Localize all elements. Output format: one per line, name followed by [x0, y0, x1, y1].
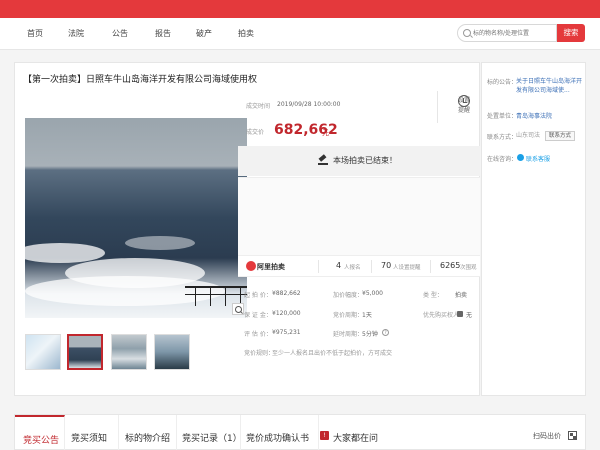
estimate-price: ¥975,231	[272, 329, 301, 336]
status-panel	[238, 177, 480, 255]
deal-price-label: 成交价	[246, 129, 265, 136]
priority-buyer: 无	[466, 312, 473, 319]
tab-auction-notice[interactable]: 竞买公告	[15, 415, 65, 450]
nav-court[interactable]: 法院	[68, 28, 84, 39]
scan-bid[interactable]: 扫码出价	[533, 431, 561, 441]
online-consult-link[interactable]: 联系客服	[526, 154, 550, 163]
zoom-icon[interactable]	[232, 303, 244, 315]
thumbnail-waves[interactable]	[111, 334, 147, 370]
thumbnail-deck[interactable]	[154, 334, 190, 370]
item-notice-link[interactable]: 关于日照车牛山岛海洋开发有限公司海域使...	[516, 77, 582, 95]
search-icon	[463, 29, 471, 37]
tab-bid-records[interactable]: 竞买记录（1）	[177, 415, 242, 450]
search-box	[457, 24, 557, 42]
bid-rule: 至少一人报名且出价不低于起拍价，方可成交	[272, 350, 393, 357]
nav-notice[interactable]: 公告	[112, 28, 128, 39]
platform-name: 阿里拍卖	[257, 263, 285, 271]
set-reminder[interactable]: 设置 提醒	[437, 91, 474, 123]
qr-code-icon[interactable]	[568, 431, 577, 440]
auction-card: 【第一次拍卖】日照车牛山岛海洋开发有限公司海域使用权 成交时间 2019/09/…	[14, 62, 480, 396]
tab-faq[interactable]: 大家都在问	[319, 415, 387, 450]
dispose-unit-link[interactable]: 青岛海事法院	[516, 111, 552, 120]
auction-type: 拍卖	[455, 292, 468, 299]
stat-view-label: 次围观	[460, 265, 477, 271]
thumbnail-map[interactable]	[25, 334, 61, 370]
bid-cycle: 1天	[362, 312, 372, 319]
ali-auction-logo-icon	[246, 261, 256, 271]
nav-bankruptcy[interactable]: 破产	[196, 28, 212, 39]
deal-time: 2019/09/28 10:00:00	[277, 101, 341, 108]
help-icon[interactable]: ?	[382, 329, 389, 336]
main-nav: 首页 法院 公告 报告 破产 拍卖 搜索	[0, 18, 600, 50]
ship-railing	[185, 286, 247, 306]
search-button[interactable]: 搜索	[557, 24, 585, 42]
bid-increment: ¥5,000	[362, 290, 383, 297]
chat-icon	[517, 154, 524, 161]
stats-row: 阿里拍卖 4 人报名 70 人设置提醒 6265 次围观	[238, 255, 480, 277]
nav-auction[interactable]: 拍卖	[238, 28, 254, 39]
contact-button[interactable]: 联系方式	[545, 131, 576, 141]
auction-ended-banner: 本场拍卖已结束！	[238, 146, 480, 176]
tab-bid-guide[interactable]: 竞买须知	[65, 415, 119, 450]
top-bar	[0, 0, 600, 18]
side-info-card: 标的公告： 关于日照车牛山岛海洋开发有限公司海域使... 处置单位： 青岛海事法…	[481, 62, 586, 396]
start-price: ¥882,662	[272, 290, 301, 297]
stat-view-count: 6265	[440, 261, 461, 270]
deal-time-label: 成交时间	[246, 103, 271, 110]
gavel-icon	[318, 155, 328, 165]
tab-item-intro[interactable]: 标的物介绍	[119, 415, 177, 450]
detail-tabs: 竞买公告 竞买须知 标的物介绍 竞买记录（1） 竞价成功确认书 ! 大家都在问 …	[14, 414, 586, 450]
page-title: 【第一次拍卖】日照车牛山岛海洋开发有限公司海域使用权	[23, 75, 258, 85]
search-input[interactable]	[473, 27, 555, 39]
auction-ended-text: 本场拍卖已结束！	[333, 156, 397, 165]
extend-cycle: 5分钟	[362, 331, 378, 338]
stat-reminder-count: 70	[381, 261, 392, 270]
stat-reminder-label: 人设置提醒	[393, 265, 421, 271]
deposit: ¥120,000	[272, 310, 301, 317]
item-photo[interactable]	[25, 118, 247, 318]
stat-signup-count: 4	[336, 261, 342, 270]
nav-report[interactable]: 报告	[155, 28, 171, 39]
stat-signup-label: 人报名	[344, 265, 361, 271]
person-icon	[457, 311, 463, 317]
contact-value: 山东司法	[516, 132, 541, 139]
tab-confirmation[interactable]: 竞价成功确认书	[241, 415, 319, 450]
thumbnail-sea[interactable]	[67, 334, 103, 370]
nav-home[interactable]: 首页	[27, 28, 43, 39]
price-unit: 元	[322, 129, 329, 137]
